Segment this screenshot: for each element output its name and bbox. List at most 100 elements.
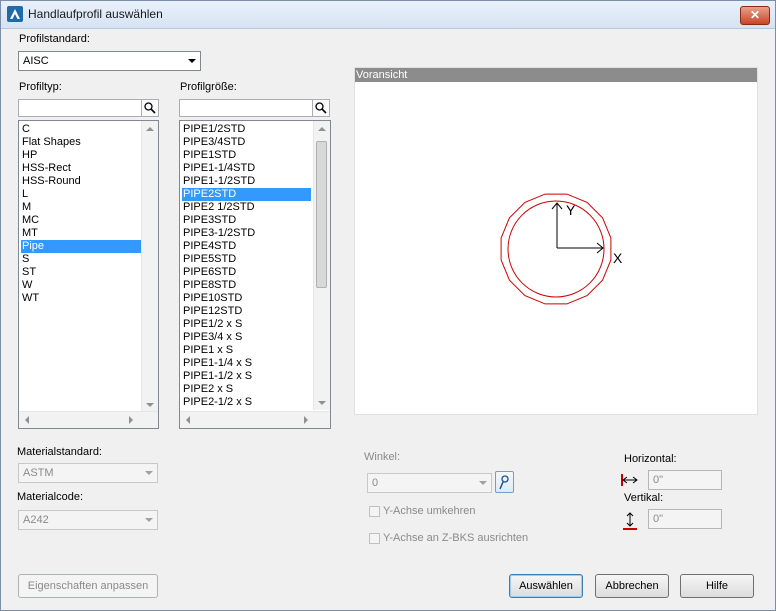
list-item[interactable]: MC [21, 214, 141, 227]
list-item[interactable]: PIPE3-1/2STD [182, 227, 311, 240]
list-item[interactable]: PIPE4STD [182, 240, 311, 253]
scroll-left-icon[interactable] [186, 416, 190, 424]
list-item[interactable]: PIPE2 x S [182, 383, 311, 396]
scroll-up-icon[interactable] [318, 127, 326, 131]
scroll-left-icon[interactable] [25, 416, 29, 424]
list-item[interactable]: PIPE1 x S [182, 344, 311, 357]
list-item[interactable]: PIPE2 1/2STD [182, 201, 311, 214]
list-item[interactable]: PIPE12STD [182, 305, 311, 318]
scroll-thumb[interactable] [316, 141, 327, 288]
list-item[interactable]: PIPE1STD [182, 149, 311, 162]
list-item[interactable]: PIPE2-1/2 x S [182, 396, 311, 409]
list-item[interactable]: PIPE5STD [182, 253, 311, 266]
list-item[interactable]: Flat Shapes [21, 136, 141, 149]
chevron-down-icon [188, 59, 196, 63]
chevron-down-icon [145, 471, 153, 475]
profilgroesse-search-input[interactable] [179, 99, 330, 117]
list-item[interactable]: MT [21, 227, 141, 240]
list-item[interactable]: Pipe [21, 240, 141, 253]
profile-preview-drawing: Y X [500, 193, 623, 305]
vertical-input[interactable]: 0" [648, 509, 722, 529]
list-item[interactable]: S [21, 253, 141, 266]
profiltyp-label: Profiltyp: [19, 81, 62, 93]
customize-properties-button[interactable]: Eigenschaften anpassen [18, 574, 158, 598]
search-icon [144, 102, 156, 114]
winkel-value: 0 [372, 477, 379, 489]
align-z-label: Y-Achse an Z-BKS ausrichten [383, 532, 529, 544]
profilgroesse-label: Profilgröße: [180, 81, 237, 93]
profiltyp-list[interactable]: WT W ST S Pipe MT MC M L HSS-Round HSS-Rect HP Flat … [18, 120, 159, 429]
cancel-button[interactable]: Abbrechen [595, 574, 669, 598]
horizontal-offset-icon [621, 474, 638, 486]
dialog-window: Handlaufprofil auswählen ✕ Profilstandar… [0, 0, 776, 611]
list-item[interactable]: PIPE1-1/2STD [182, 175, 311, 188]
profilgroesse-list[interactable]: PIPE2-1/2 x S PIPE2 x S PIPE1-1/2 x S PIPE1… [179, 120, 331, 429]
list-item[interactable]: PIPE2STD [182, 188, 311, 201]
horizontal-value: 0" [653, 474, 664, 486]
inner-outline [507, 200, 605, 298]
scroll-down-icon[interactable] [146, 403, 154, 407]
list-item[interactable]: PIPE8STD [182, 279, 311, 292]
flip-y-label: Y-Achse umkehren [383, 505, 476, 517]
pick-point-icon [499, 475, 509, 490]
materialcode-select[interactable]: A242 [18, 510, 158, 530]
winkel-label: Winkel: [364, 451, 401, 463]
list-item[interactable]: PIPE1/2 x S [182, 318, 311, 331]
list-item[interactable]: PIPE1-1/4STD [182, 162, 311, 175]
list-item[interactable]: M [21, 201, 141, 214]
vertical-value: 0" [653, 513, 664, 525]
list-item[interactable]: PIPE1/2STD [182, 123, 311, 136]
list-item[interactable]: PIPE3/4STD [182, 136, 311, 149]
flip-y-checkbox[interactable] [369, 506, 380, 517]
list-item[interactable]: HSS-Round [21, 175, 141, 188]
profilstandard-value: AISC [23, 55, 49, 67]
scroll-up-icon[interactable] [146, 127, 154, 131]
list-item[interactable]: PIPE10STD [182, 292, 311, 305]
horizontal-scrollbar[interactable] [19, 411, 158, 428]
profilstandard-label: Profilstandard: [19, 33, 90, 45]
chevron-down-icon [145, 518, 153, 522]
list-item[interactable]: W [21, 279, 141, 292]
vertical-label: Vertikal: [624, 492, 664, 504]
scroll-down-icon[interactable] [318, 401, 326, 405]
materialstandard-value: ASTM [23, 467, 54, 479]
materialstandard-select[interactable]: ASTM [18, 463, 158, 483]
winkel-select[interactable]: 0 [367, 473, 492, 493]
list-item[interactable]: L [21, 188, 141, 201]
list-item[interactable]: PIPE6STD [182, 266, 311, 279]
search-button[interactable] [312, 100, 329, 116]
list-item[interactable]: HP [21, 149, 141, 162]
select-button[interactable]: Auswählen [509, 574, 583, 598]
help-button[interactable]: Hilfe [680, 574, 754, 598]
horizontal-label: Horizontal: [624, 453, 677, 465]
align-z-checkbox[interactable] [369, 533, 380, 544]
list-item[interactable]: C [21, 123, 141, 136]
list-item[interactable]: PIPE1-1/2 x S [182, 370, 311, 383]
profiltyp-search-input[interactable] [18, 99, 159, 117]
list-item[interactable]: PIPE3/4 x S [182, 331, 311, 344]
vertical-scrollbar[interactable] [141, 121, 158, 412]
list-item[interactable]: HSS-Rect [21, 162, 141, 175]
materialstandard-label: Materialstandard: [17, 446, 102, 458]
search-button[interactable] [141, 100, 158, 116]
scroll-right-icon[interactable] [129, 416, 133, 424]
outer-outline [500, 193, 612, 305]
x-axis-label: X [613, 250, 623, 266]
horizontal-input[interactable]: 0" [648, 470, 722, 490]
vertical-scrollbar[interactable] [313, 121, 330, 410]
window-title: Handlaufprofil auswählen [28, 7, 163, 21]
list-item[interactable]: PIPE3STD [182, 214, 311, 227]
profilstandard-select[interactable]: AISC [18, 51, 201, 71]
horizontal-scrollbar[interactable] [180, 411, 330, 428]
preview-header: Voransicht [355, 68, 757, 82]
app-logo-icon [7, 6, 23, 22]
list-item[interactable]: WT [21, 292, 141, 305]
materialcode-value: A242 [23, 514, 49, 526]
scroll-right-icon[interactable] [304, 416, 308, 424]
list-item[interactable]: ST [21, 266, 141, 279]
list-item[interactable]: PIPE1-1/4 x S [182, 357, 311, 370]
title-bar: Handlaufprofil auswählen ✕ [1, 1, 775, 29]
close-button[interactable]: ✕ [740, 6, 770, 25]
pick-angle-button[interactable] [495, 471, 514, 493]
preview-panel: Voransicht Y X [354, 67, 758, 415]
